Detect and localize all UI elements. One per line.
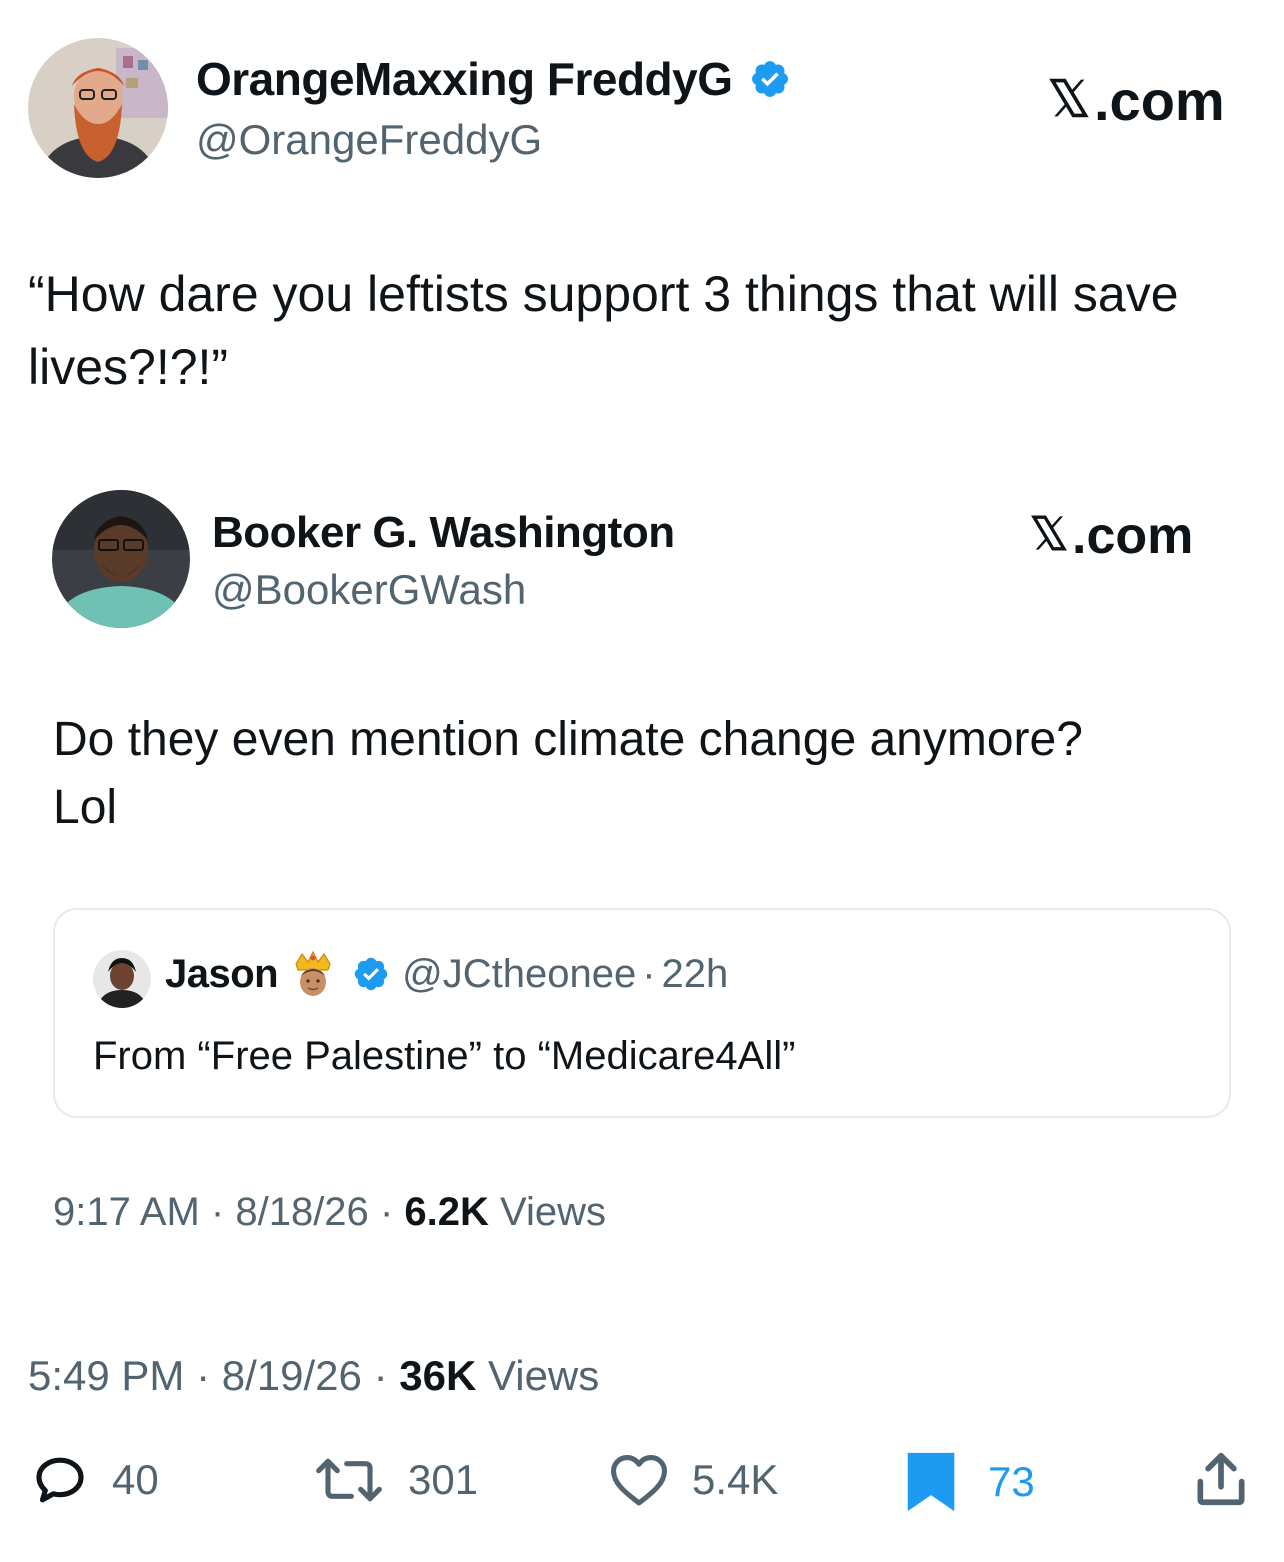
brand-text: .com (1072, 507, 1194, 565)
tweet-text: “How dare you leftists support 3 things … (28, 266, 1179, 395)
tweet-views-count: 36K (399, 1352, 477, 1399)
quoted-views-label: Views (500, 1190, 606, 1234)
x-logo-icon (1031, 515, 1067, 551)
nested-quote-text: From “Free Palestine” to “Medicare4All” (93, 1034, 796, 1078)
nested-quote-card[interactable]: Jason @JCtheonee · 22h From “Free Palest… (53, 908, 1231, 1118)
brand-text: .com (1094, 69, 1225, 132)
author-avatar-image (28, 38, 168, 178)
nested-author-line: Jason @JCtheonee · 22h (165, 950, 728, 998)
separator-dot: · (379, 1190, 394, 1234)
separator-dot: · (210, 1190, 225, 1234)
verified-badge-icon (751, 60, 788, 97)
tweet-date: 8/19/26 (221, 1352, 362, 1399)
x-logo-icon (1049, 78, 1089, 118)
reply-button[interactable]: 40 (30, 1452, 159, 1508)
nested-author-name: Jason (165, 951, 279, 996)
quoted-time: 9:17 AM (53, 1190, 200, 1234)
separator-dot: · (196, 1352, 211, 1399)
verified-badge-icon (354, 957, 388, 991)
bookmark-count: 73 (988, 1458, 1035, 1505)
x-brand-logo: .com (1046, 68, 1225, 133)
bookmark-icon (907, 1452, 955, 1512)
quoted-tweet-meta: 9:17 AM · 8/18/26 · 6.2K Views (53, 1190, 606, 1235)
like-count: 5.4K (692, 1456, 779, 1503)
repost-icon (316, 1458, 382, 1502)
share-button[interactable] (1190, 1448, 1252, 1510)
quoted-author-avatar[interactable] (52, 490, 190, 628)
like-button[interactable]: 5.4K (608, 1452, 778, 1508)
quoted-date: 8/18/26 (235, 1190, 369, 1234)
heart-icon (611, 1455, 667, 1506)
quoted-tweet-text-line2: Lol (53, 781, 118, 834)
separator-dot: · (642, 951, 656, 996)
repost-count: 301 (408, 1456, 479, 1503)
quoted-author-handle[interactable]: @BookerGWash (212, 566, 526, 614)
tweet-meta: 5:49 PM · 8/19/26 · 36K Views (28, 1352, 599, 1400)
reply-count: 40 (112, 1456, 159, 1503)
quoted-x-brand-logo: .com (1028, 506, 1193, 566)
quoted-views-count: 6.2K (404, 1190, 489, 1234)
author-handle[interactable]: @OrangeFreddyG (196, 116, 542, 164)
quoted-tweet-text: Do they even mention climate change anym… (53, 706, 1233, 842)
nested-age: 22h (661, 951, 729, 996)
share-icon (1197, 1452, 1245, 1506)
separator-dot: · (373, 1352, 388, 1399)
tweet-time: 5:49 PM (28, 1352, 185, 1399)
reply-icon (36, 1457, 84, 1503)
crown-emoji-icon (292, 950, 334, 998)
author-name-text: OrangeMaxxing FreddyG (196, 53, 733, 105)
quoted-author-name[interactable]: Booker G. Washington (212, 508, 675, 558)
tweet-views-label: Views (487, 1352, 600, 1399)
nested-author-avatar-image (93, 950, 151, 1008)
author-avatar[interactable] (28, 38, 168, 178)
bookmark-button[interactable]: 73 (904, 1450, 1035, 1514)
nested-author-avatar (93, 950, 151, 1008)
quoted-author-avatar-image (52, 490, 190, 628)
nested-author-handle: @JCtheonee (402, 951, 637, 996)
quoted-tweet-text-line1: Do they even mention climate change anym… (53, 713, 1083, 766)
repost-button[interactable]: 301 (312, 1452, 478, 1508)
author-name[interactable]: OrangeMaxxing FreddyG (196, 52, 791, 106)
